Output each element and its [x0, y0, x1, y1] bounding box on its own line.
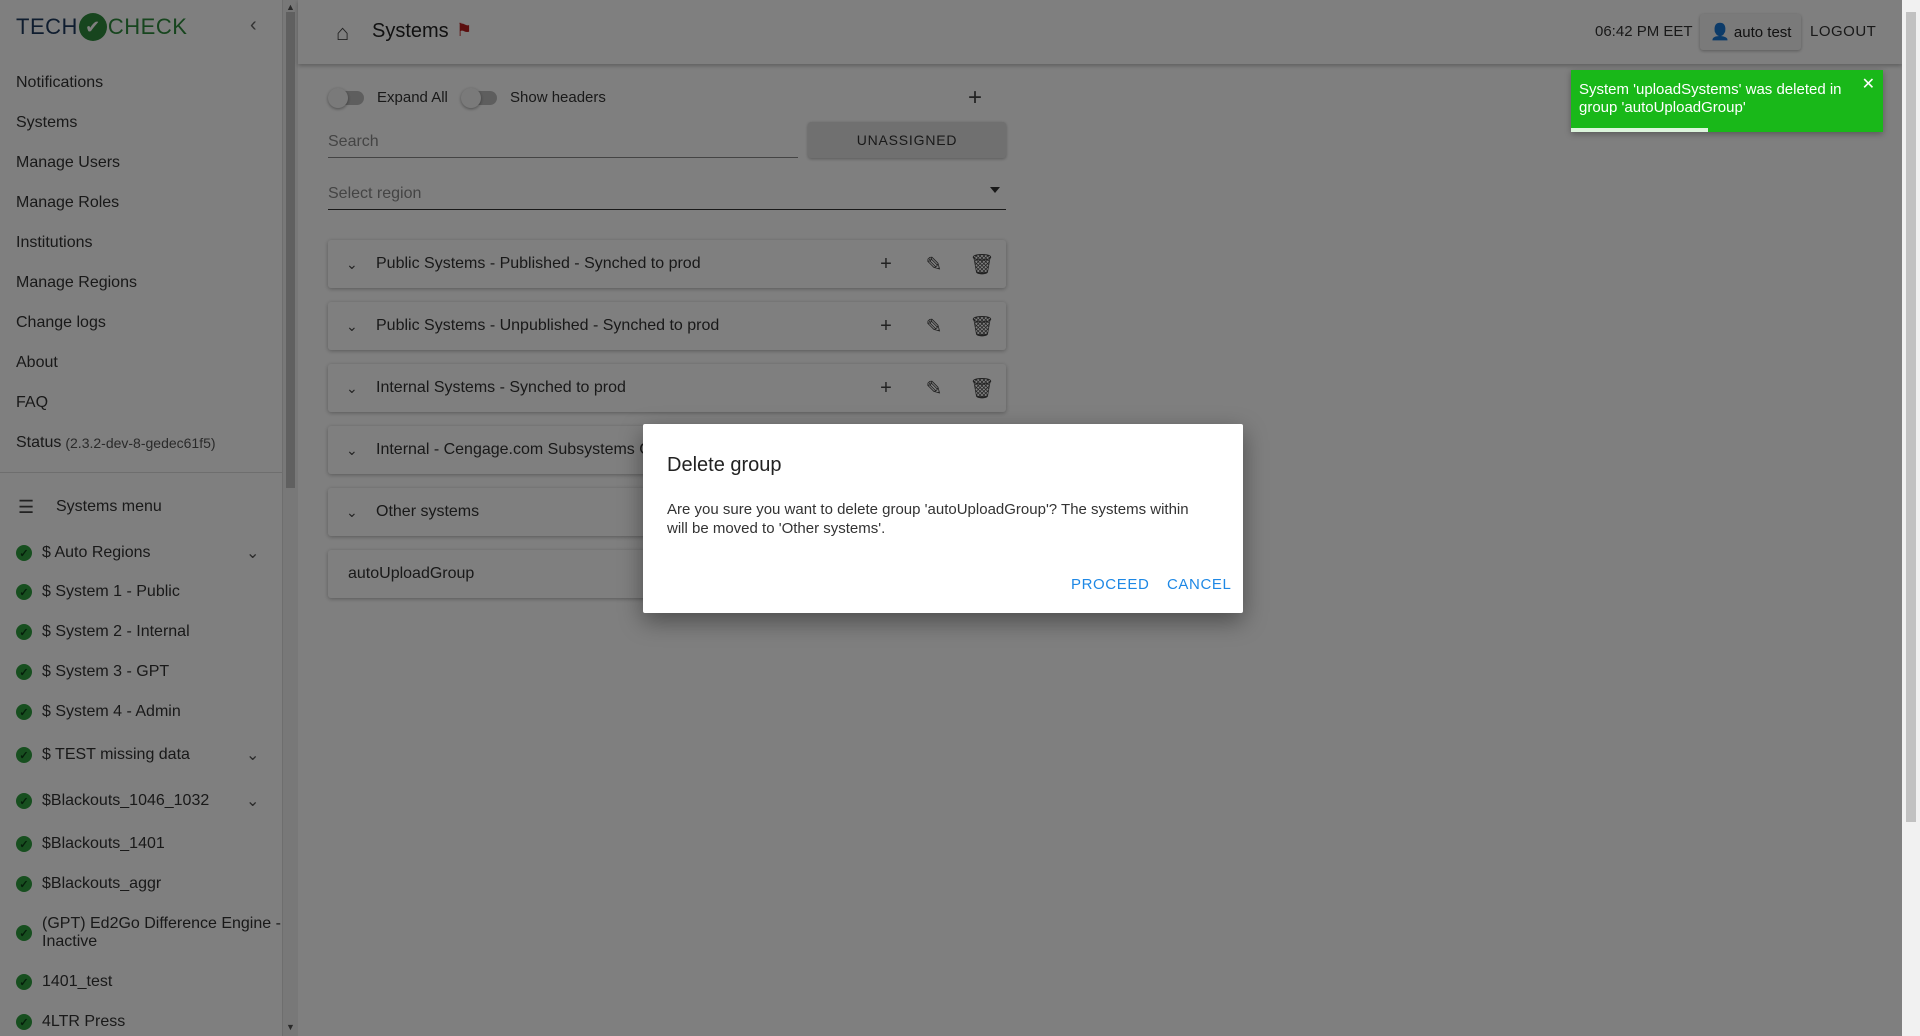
close-icon[interactable]: ✕	[1862, 76, 1875, 94]
toast-progress-bar	[1571, 128, 1709, 132]
delete-group-dialog: Delete group Are you sure you want to de…	[643, 424, 1243, 613]
toast-notification: System 'uploadSystems' was deleted in gr…	[1571, 70, 1883, 132]
dialog-title: Delete group	[667, 454, 782, 476]
cancel-button[interactable]: CANCEL	[1167, 576, 1231, 593]
toast-message: System 'uploadSystems' was deleted in gr…	[1579, 81, 1842, 116]
page-scrollbar[interactable]	[1902, 0, 1920, 1036]
page-scrollbar-thumb[interactable]	[1906, 12, 1916, 822]
proceed-button[interactable]: PROCEED	[1071, 576, 1149, 593]
dialog-message: Are you sure you want to delete group 'a…	[667, 501, 1189, 537]
